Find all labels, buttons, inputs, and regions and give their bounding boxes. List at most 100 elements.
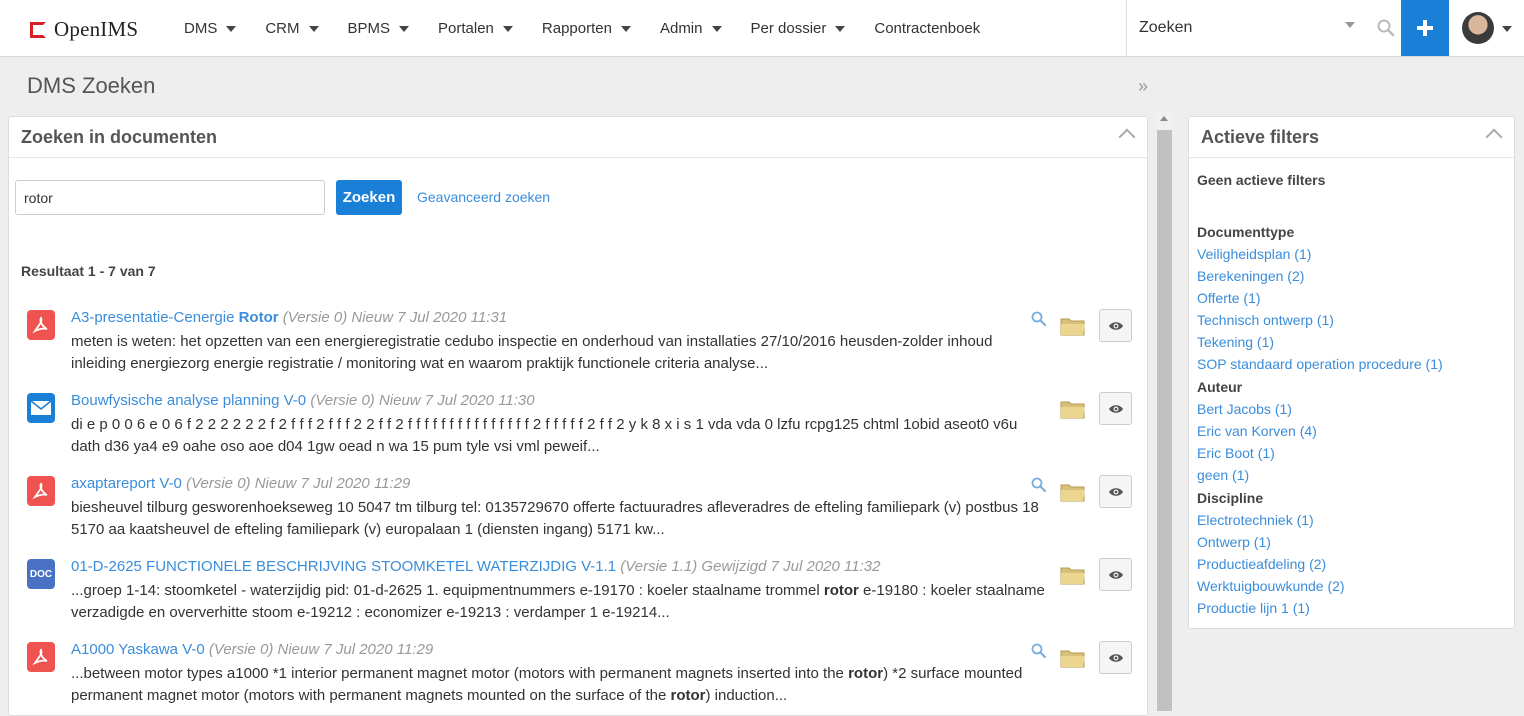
caret-down-icon: [835, 26, 846, 32]
filter-link[interactable]: Productieafdeling (2): [1197, 553, 1443, 575]
result-snippet-part: ) induction...: [705, 687, 788, 704]
eye-icon: [1108, 650, 1124, 666]
filter-link[interactable]: Electrotechniek (1): [1197, 509, 1443, 531]
mail-icon: [27, 393, 55, 423]
nav-item-crm[interactable]: CRM: [265, 19, 319, 37]
filter-group-title: Discipline: [1197, 490, 1264, 506]
folder-icon[interactable]: [1060, 564, 1086, 589]
folder-icon[interactable]: [1060, 481, 1086, 506]
page-title: DMS Zoeken: [27, 73, 156, 98]
filter-link[interactable]: Eric van Korven (4): [1197, 420, 1443, 442]
nav-item-label: DMS: [184, 19, 218, 37]
filter-link[interactable]: Offerte (1): [1197, 287, 1443, 309]
eye-icon: [1108, 401, 1124, 417]
search-button[interactable]: Zoeken: [336, 180, 402, 215]
view-button[interactable]: [1099, 309, 1132, 342]
filter-link[interactable]: SOP standaard operation procedure (1): [1197, 353, 1443, 375]
global-search-input[interactable]: [1127, 0, 1367, 56]
result-title-part: A3-presentatie-Cenergie: [71, 309, 239, 326]
view-button[interactable]: [1099, 641, 1132, 674]
result-snippet: meten is weten: het opzetten van een ene…: [71, 331, 1046, 375]
result-meta: (Versie 0) Nieuw 7 Jul 2020 11:30: [306, 392, 535, 409]
result-snippet-part: biesheuvel tilburg gesworenhoekseweg 10 …: [71, 499, 1039, 538]
caret-down-icon: [620, 26, 631, 32]
result-count: Resultaat 1 - 7 van 7: [21, 263, 156, 279]
result-snippet-part: di e p 0 0 6 e 0 6 f 2 2 2 2 2 2 f 2 f f…: [71, 416, 1018, 455]
nav-item-bpms[interactable]: BPMS: [348, 20, 410, 37]
filter-link[interactable]: Ontwerp (1): [1197, 531, 1443, 553]
result-snippet: ...groep 1-14: stoomketel - waterzijdig …: [71, 580, 1046, 624]
filter-link[interactable]: Werktuigbouwkunde (2): [1197, 575, 1443, 597]
result-title-link[interactable]: A3-presentatie-Cenergie Rotor: [71, 309, 279, 326]
search-dropdown-caret-icon[interactable]: [1345, 22, 1355, 28]
preview-search-icon[interactable]: [1031, 311, 1047, 330]
main-nav: DMS CRM BPMS Portalen Rapporten Admin Per doss…: [184, 0, 1009, 56]
result-title-link[interactable]: axaptareport V-0: [71, 475, 182, 492]
nav-item-per-dossier[interactable]: Per dossier: [751, 20, 846, 37]
query-input[interactable]: [15, 180, 325, 215]
result-snippet-part: ...between motor types a1000 *1 interior…: [71, 665, 849, 682]
result-meta: (Versie 0) Nieuw 7 Jul 2020 11:29: [181, 475, 411, 492]
user-avatar[interactable]: [1462, 12, 1494, 44]
top-navbar: OpenIMS DMS CRM BPMS Portalen Rapporten Admin…: [0, 0, 1524, 57]
filter-groups: Documenttype Veiligheidsplan (1) Berekenin…: [1197, 220, 1443, 619]
nav-item-contractenboek[interactable]: Contractenboek: [874, 20, 980, 37]
preview-search-icon[interactable]: [1031, 477, 1047, 496]
nav-item-rapporten[interactable]: Rapporten: [542, 20, 631, 37]
nav-item-portalen[interactable]: Portalen: [438, 20, 513, 37]
nav-item-label: Contractenboek: [874, 19, 981, 37]
filter-link[interactable]: geen (1): [1197, 464, 1443, 486]
nav-item-label: CRM: [265, 19, 300, 37]
result-meta: (Versie 0) Nieuw 7 Jul 2020 11:29: [204, 641, 434, 658]
search-icon[interactable]: [1377, 19, 1395, 37]
scrollbar-thumb[interactable]: [1157, 130, 1172, 711]
folder-icon[interactable]: [1060, 647, 1086, 672]
search-panel-title: Zoeken in documenten: [21, 127, 218, 147]
results-list: A3-presentatie-Cenergie Rotor (Versie 0)…: [9, 307, 1147, 715]
nav-item-admin[interactable]: Admin: [660, 20, 722, 37]
advanced-search-link[interactable]: Geavanceerd zoeken: [417, 189, 550, 205]
result-snippet-part: meten is weten: het opzetten van een ene…: [71, 333, 993, 372]
scroll-up-arrow-icon[interactable]: [1160, 116, 1168, 121]
filters-panel: Actieve filters Geen actieve filters Doc…: [1188, 116, 1515, 629]
result-title-part: axaptareport V-0: [71, 475, 182, 492]
filter-link[interactable]: Technisch ontwerp (1): [1197, 309, 1443, 331]
eye-icon: [1108, 567, 1124, 583]
result-item: A3-presentatie-Cenergie Rotor (Versie 0)…: [9, 307, 1147, 390]
view-button[interactable]: [1099, 475, 1132, 508]
filter-group-title: Auteur: [1197, 379, 1243, 395]
result-title: A1000 Yaskawa V-0 (Versie 0) Nieuw 7 Jul…: [71, 641, 433, 658]
filter-link[interactable]: Productie lijn 1 (1): [1197, 597, 1443, 619]
result-title-link[interactable]: Bouwfysische analyse planning V-0: [71, 392, 306, 409]
folder-icon[interactable]: [1060, 398, 1086, 423]
filter-link[interactable]: Veiligheidsplan (1): [1197, 243, 1443, 265]
filter-link[interactable]: Eric Boot (1): [1197, 442, 1443, 464]
nav-item-dms[interactable]: DMS: [184, 19, 237, 37]
result-meta: (Versie 0) Nieuw 7 Jul 2020 11:31: [278, 309, 508, 326]
logo[interactable]: OpenIMS: [30, 17, 138, 42]
result-title-link[interactable]: 01-D-2625 FUNCTIONELE BESCHRIJVING STOOM…: [71, 558, 616, 575]
chevron-up-icon[interactable]: [1118, 128, 1136, 146]
chevron-up-icon[interactable]: [1485, 128, 1503, 146]
add-button[interactable]: [1401, 0, 1449, 56]
global-search: [1126, 0, 1401, 56]
filter-link[interactable]: Tekening (1): [1197, 331, 1443, 353]
result-title-link[interactable]: A1000 Yaskawa V-0: [71, 641, 205, 658]
filter-link[interactable]: Berekeningen (2): [1197, 265, 1443, 287]
view-button[interactable]: [1099, 392, 1132, 425]
folder-icon[interactable]: [1060, 315, 1086, 340]
result-snippet: di e p 0 0 6 e 0 6 f 2 2 2 2 2 2 f 2 f f…: [71, 414, 1046, 458]
view-button[interactable]: [1099, 558, 1132, 591]
filters-panel-header: Actieve filters: [1189, 117, 1514, 158]
user-menu-caret-icon[interactable]: [1502, 26, 1512, 32]
result-item: DOC 01-D-2625 FUNCTIONELE BESCHRIJVING ST…: [9, 556, 1147, 639]
caret-down-icon: [502, 26, 513, 32]
caret-down-icon: [399, 26, 410, 32]
result-snippet-part: rotor: [823, 582, 859, 599]
result-snippet-part: rotor: [670, 687, 706, 704]
filter-link[interactable]: Bert Jacobs (1): [1197, 398, 1443, 420]
double-chevron-right-icon[interactable]: »: [1138, 76, 1148, 97]
doc-icon: DOC: [27, 559, 55, 589]
preview-search-icon[interactable]: [1031, 643, 1047, 662]
nav-item-label: Admin: [659, 19, 703, 37]
